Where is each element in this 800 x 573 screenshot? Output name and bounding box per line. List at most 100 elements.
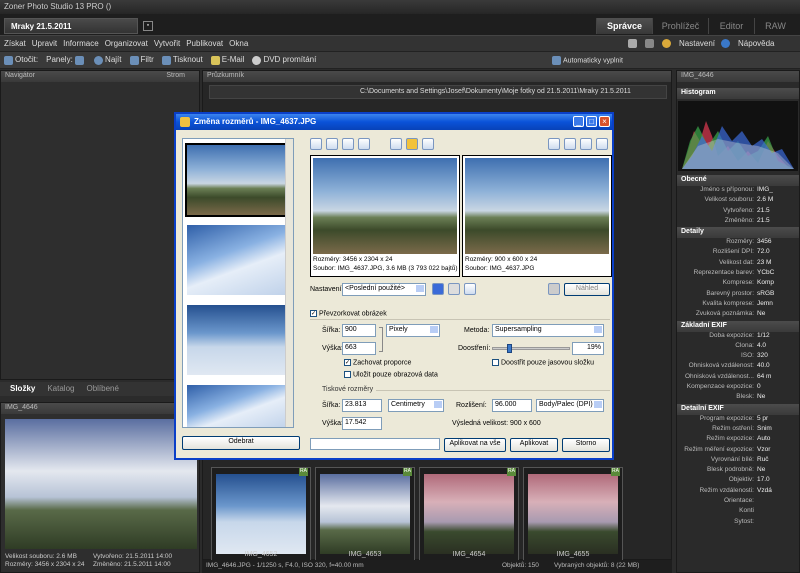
info-value: Ne xyxy=(757,466,766,474)
tab-slozky[interactable]: Složky xyxy=(10,384,35,394)
mode-tab-prohlizec[interactable]: Prohlížeč xyxy=(652,18,708,34)
menu-informace[interactable]: Informace xyxy=(63,39,99,48)
zoom-out-icon[interactable] xyxy=(326,138,338,150)
layout-compare-icon[interactable] xyxy=(596,138,608,150)
tab-oblibene[interactable]: Oblíbené xyxy=(86,384,118,394)
info-value: Auto xyxy=(757,435,771,443)
delete-preset-icon[interactable] xyxy=(448,283,460,295)
resolution-input[interactable]: 96.000 xyxy=(492,399,532,412)
close-button[interactable]: × xyxy=(599,116,610,127)
path-text[interactable]: C:\Documents and Settings\Josef\Dokument… xyxy=(360,88,631,95)
menu-vytvorit[interactable]: Vytvořit xyxy=(154,39,180,48)
minimize-button[interactable]: _ xyxy=(573,116,584,127)
dialog-thumb-selected[interactable] xyxy=(185,143,287,217)
dialog-thumb[interactable] xyxy=(187,385,285,427)
sharpen-luma-checkbox[interactable]: Doostřit pouze jasovou složku xyxy=(492,359,594,366)
filter-button[interactable]: Filtr xyxy=(129,55,154,65)
window-icon[interactable] xyxy=(645,39,654,48)
dvd-button[interactable]: DVD promítání xyxy=(252,55,316,65)
height-input[interactable]: 663 xyxy=(342,342,376,355)
thumbnail[interactable]: RA IMG_4652 xyxy=(211,467,311,561)
dialog-thumb-scrollbar[interactable] xyxy=(285,139,293,427)
sharpen-slider[interactable] xyxy=(492,344,570,353)
remove-button[interactable]: Odebrat xyxy=(182,436,300,450)
print-unit-select[interactable]: Centimetry xyxy=(388,399,444,412)
thumbnail[interactable]: RA IMG_4655 xyxy=(523,467,623,561)
thumbnail[interactable]: RA IMG_4654 xyxy=(419,467,519,561)
settings-link[interactable]: Nastavení xyxy=(679,39,715,48)
help-link[interactable]: Nápověda xyxy=(738,39,774,48)
document-tab[interactable]: Mraky 21.5.2011 xyxy=(4,18,138,34)
info-icon[interactable] xyxy=(422,138,434,150)
unit-select[interactable]: Pixely xyxy=(386,324,440,337)
close-tab-icon[interactable]: ▪ xyxy=(143,21,153,31)
thumbnail[interactable]: RA IMG_4653 xyxy=(315,467,415,561)
info-row: Sytost: xyxy=(677,518,799,528)
cancel-button[interactable]: Storno xyxy=(562,438,610,452)
info-section-header[interactable]: Obecné xyxy=(677,175,799,186)
print-group-label: Tiskové rozměry xyxy=(322,386,374,393)
info-value: Jemn xyxy=(757,299,773,307)
print-width-input[interactable]: 23.813 xyxy=(342,399,382,412)
maximize-button[interactable]: □ xyxy=(586,116,597,127)
mode-tab-raw[interactable]: RAW xyxy=(754,18,796,34)
help-icon[interactable] xyxy=(721,39,731,48)
lock-icon[interactable] xyxy=(548,283,560,295)
keep-ratio-checkbox[interactable]: ✓ Zachovat proporce xyxy=(344,359,411,366)
autofill-button[interactable]: Automaticky vyplnit xyxy=(552,56,623,65)
info-section-header[interactable]: Detaily xyxy=(677,227,799,239)
menu-organizovat[interactable]: Organizovat xyxy=(105,39,148,48)
sharpen-input[interactable]: 19% xyxy=(572,342,604,355)
monitor-icon[interactable] xyxy=(628,39,637,48)
fit-icon[interactable] xyxy=(342,138,354,150)
gear-icon[interactable] xyxy=(662,39,671,48)
info-key: Režim ostření: xyxy=(712,424,754,432)
tree-dropdown[interactable]: Strom xyxy=(166,72,185,79)
preview-button[interactable]: Náhled xyxy=(564,283,610,296)
resample-checkbox[interactable]: ✓ Převzorkovat obrázek xyxy=(310,310,387,317)
resolution-unit-select[interactable]: Body/Palec (DPI) xyxy=(536,399,604,412)
thumbnail-caption: IMG_4655 xyxy=(556,551,590,558)
color-icon[interactable] xyxy=(406,138,418,150)
email-button[interactable]: E-Mail xyxy=(210,55,244,65)
print-height-input[interactable]: 17.542 xyxy=(342,417,382,430)
panels-group[interactable]: Panely: xyxy=(46,55,86,65)
chain-link-icon xyxy=(379,327,383,352)
info-section-header[interactable]: Detailní EXIF xyxy=(677,403,799,415)
mode-tab-spravce[interactable]: Správce xyxy=(596,18,652,34)
mode-tab-editor[interactable]: Editor xyxy=(708,18,754,34)
find-button[interactable]: Najít xyxy=(94,55,122,65)
info-value xyxy=(757,507,799,516)
save-only-data-checkbox[interactable]: Uložit pouze obrazová data xyxy=(344,371,438,378)
info-value: Komp xyxy=(757,279,774,287)
preview-title: IMG_4646 xyxy=(1,403,199,414)
print-button[interactable]: Tisknout xyxy=(161,55,203,65)
menu-okna[interactable]: Okna xyxy=(229,39,248,48)
preset-select[interactable]: <Poslední použité> xyxy=(342,283,426,296)
apply-all-button[interactable]: Aplikovat na vše xyxy=(444,438,506,452)
apply-button[interactable]: Aplikovat xyxy=(510,438,558,452)
menu-publikovat[interactable]: Publikovat xyxy=(186,39,223,48)
reset-preset-icon[interactable] xyxy=(464,283,476,295)
preset-label: Nastavení: xyxy=(310,286,344,293)
printer-icon xyxy=(161,55,171,65)
rotate-group[interactable]: Otočit: xyxy=(4,55,38,65)
method-select[interactable]: Supersampling xyxy=(492,324,604,337)
menu-ziskat[interactable]: Získat xyxy=(4,39,26,48)
width-input[interactable]: 900 xyxy=(342,324,376,337)
landscape-icon[interactable] xyxy=(390,138,402,150)
fullscreen-icon[interactable] xyxy=(358,138,370,150)
sharpen-slider-thumb[interactable] xyxy=(506,344,512,353)
tab-katalog[interactable]: Katalog xyxy=(47,384,74,394)
info-section-header[interactable]: Základní EXIF xyxy=(677,320,799,332)
layout-single-icon[interactable] xyxy=(548,138,560,150)
dialog-thumb[interactable] xyxy=(187,305,285,375)
menu-right: Nastavení Nápověda xyxy=(628,39,775,48)
dialog-thumb[interactable] xyxy=(187,225,285,295)
save-preset-icon[interactable] xyxy=(432,283,444,295)
menu-upravit[interactable]: Upravit xyxy=(32,39,57,48)
layout-list-icon[interactable] xyxy=(580,138,592,150)
zoom-in-icon[interactable] xyxy=(310,138,322,150)
layout-split-icon[interactable] xyxy=(564,138,576,150)
histogram-header[interactable]: Histogram xyxy=(677,88,799,99)
